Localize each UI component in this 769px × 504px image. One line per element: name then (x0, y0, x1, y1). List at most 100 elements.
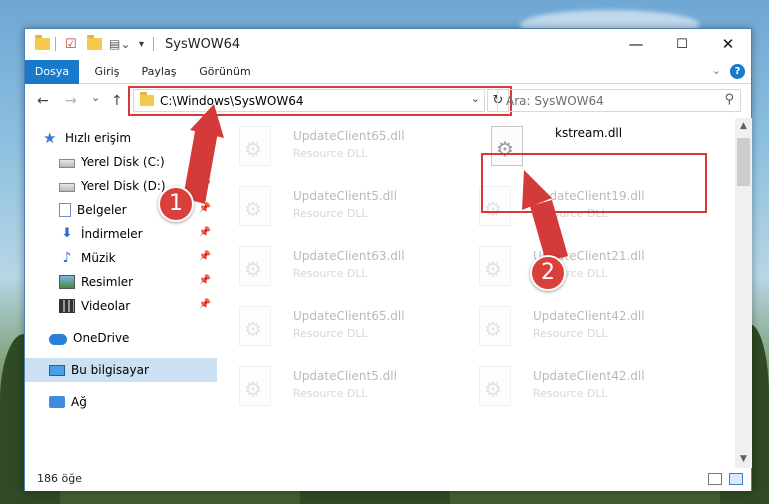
window-title: SysWOW64 (165, 37, 241, 52)
pin-icon[interactable]: 📌 (199, 203, 211, 214)
file-type: Resource DLL (293, 327, 368, 340)
search-box[interactable]: ⚲ (497, 89, 741, 112)
close-button[interactable]: ✕ (705, 29, 751, 59)
pin-icon[interactable]: 📌 (199, 179, 211, 190)
maximize-button[interactable]: ☐ (659, 29, 705, 59)
pictures-icon (59, 275, 75, 289)
dll-file-icon (239, 186, 271, 226)
tab-gorunum[interactable]: Görünüm (195, 60, 255, 84)
sidebar-item-onedrive[interactable]: OneDrive (25, 326, 217, 350)
back-button[interactable]: ← (37, 93, 49, 109)
file-name: UpdateClient5.dll (293, 369, 397, 383)
pin-icon[interactable]: 📌 (199, 275, 211, 286)
tab-giris[interactable]: Giriş (87, 60, 127, 84)
file-name: UpdateClient63.dll (293, 249, 405, 263)
details-view-icon[interactable] (708, 473, 722, 485)
file-type: Resource DLL (293, 267, 368, 280)
drive-icon (59, 183, 75, 192)
up-button[interactable]: ↑ (111, 93, 123, 109)
file-type: Resource DLL (533, 387, 608, 400)
sidebar-item-label: Resimler (81, 275, 134, 289)
file-item[interactable]: UpdateClient65.dll Resource DLL (231, 122, 451, 172)
dll-file-icon (239, 126, 271, 166)
file-name: UpdateClient65.dll (293, 129, 405, 143)
vertical-scrollbar[interactable]: ▲ ▼ (735, 118, 752, 468)
quick-access-separator (55, 36, 56, 52)
drive-icon (59, 159, 75, 168)
sidebar-item-bu-bilgisayar[interactable]: Bu bilgisayar (25, 358, 217, 382)
properties-icon[interactable]: ☑ (65, 36, 77, 52)
music-icon: ♪ (62, 250, 72, 266)
sidebar-item-label: OneDrive (73, 331, 130, 345)
sidebar-item-label: Belgeler (77, 203, 127, 217)
file-name: UpdateClient42.dll (533, 309, 645, 323)
sidebar-item-label: Yerel Disk (C:) (81, 155, 165, 169)
item-count: 186 öğe (37, 472, 82, 485)
file-type: Resource DLL (293, 147, 368, 160)
network-icon (49, 396, 65, 408)
file-item[interactable]: UpdateClient42.dll Resource DLL (471, 302, 691, 352)
scroll-down-icon[interactable]: ▼ (735, 451, 752, 468)
tiles-view-icon[interactable] (729, 473, 743, 485)
file-item[interactable]: UpdateClient65.dll Resource DLL (231, 302, 451, 352)
sidebar-item-local-disk-c[interactable]: Yerel Disk (C:) 📌 (25, 150, 217, 174)
file-name: UpdateClient42.dll (533, 369, 645, 383)
minimize-button[interactable]: — (613, 29, 659, 59)
tab-paylas[interactable]: Paylaş (137, 60, 181, 84)
sidebar-item-indirmeler[interactable]: ⬇ İndirmeler 📌 (25, 222, 217, 246)
pin-icon[interactable]: 📌 (199, 155, 211, 166)
dll-file-icon (239, 246, 271, 286)
pin-icon[interactable]: 📌 (199, 251, 211, 262)
file-name: UpdateClient65.dll (293, 309, 405, 323)
file-name: UpdateClient5.dll (293, 189, 397, 203)
tab-dosya[interactable]: Dosya (25, 60, 79, 84)
downloads-icon: ⬇ (61, 226, 73, 241)
file-highlight-box (481, 153, 707, 213)
navigation-pane: ★ Hızlı erişim Yerel Disk (C:) 📌 Yerel D… (25, 118, 219, 468)
sidebar-item-muzik[interactable]: ♪ Müzik 📌 (25, 246, 217, 270)
file-item[interactable]: UpdateClient5.dll Resource DLL (231, 362, 451, 412)
file-type: Resource DLL (533, 327, 608, 340)
file-type: Resource DLL (293, 207, 368, 220)
expand-ribbon-icon[interactable]: ⌄ (712, 64, 721, 77)
step-badge-2: 2 (530, 255, 566, 291)
ribbon-tabs: Dosya Giriş Paylaş Görünüm ⌄ ? (25, 60, 751, 84)
file-item[interactable]: UpdateClient42.dll Resource DLL (471, 362, 691, 412)
dll-file-icon (239, 306, 271, 346)
customize-quick-access-icon[interactable]: ▤⌄ (109, 36, 130, 52)
status-bar: 186 öğe (25, 468, 751, 491)
sidebar-item-label: Ağ (71, 395, 87, 409)
sidebar-item-label: Videolar (81, 299, 131, 313)
file-type: Resource DLL (293, 387, 368, 400)
recent-locations-button[interactable]: ⌄ (91, 91, 100, 104)
scroll-up-icon[interactable]: ▲ (735, 118, 752, 135)
forward-button[interactable]: → (65, 93, 77, 109)
file-explorer-window: ☑ ▤⌄ ▾ SysWOW64 — ☐ ✕ Dosya Giriş Paylaş… (24, 28, 752, 491)
sidebar-item-label: Yerel Disk (D:) (81, 179, 166, 193)
documents-icon (59, 203, 71, 217)
search-input[interactable] (498, 90, 708, 111)
pin-icon[interactable]: 📌 (199, 227, 211, 238)
scroll-thumb[interactable] (737, 138, 750, 186)
title-separator (153, 36, 154, 52)
search-icon[interactable]: ⚲ (724, 92, 734, 107)
help-icon[interactable]: ? (730, 64, 745, 79)
sidebar-item-resimler[interactable]: Resimler 📌 (25, 270, 217, 294)
folder-icon (35, 35, 50, 52)
sidebar-item-ag[interactable]: Ağ (25, 390, 217, 414)
sidebar-item-videolar[interactable]: Videolar 📌 (25, 294, 217, 318)
sidebar-item-label: Bu bilgisayar (71, 363, 149, 377)
file-item[interactable]: UpdateClient21.dll Resource DLL (471, 242, 691, 292)
sidebar-item-quick-access[interactable]: ★ Hızlı erişim (25, 126, 217, 150)
file-item[interactable]: UpdateClient5.dll Resource DLL (231, 182, 451, 232)
new-folder-icon[interactable] (87, 35, 102, 52)
step-badge-1: 1 (158, 186, 194, 222)
sidebar-item-label: Hızlı erişim (65, 131, 132, 145)
quick-access-dropdown-icon[interactable]: ▾ (139, 36, 144, 52)
sidebar-item-label: İndirmeler (81, 227, 143, 241)
file-item[interactable]: UpdateClient63.dll Resource DLL (231, 242, 451, 292)
pin-icon[interactable]: 📌 (199, 299, 211, 310)
navigation-bar: ← → ⌄ ↑ C:\Windows\SysWOW64 ⌄ ↻ ⚲ (25, 84, 751, 118)
sidebar-item-label: Müzik (81, 251, 116, 265)
onedrive-icon (49, 333, 67, 345)
